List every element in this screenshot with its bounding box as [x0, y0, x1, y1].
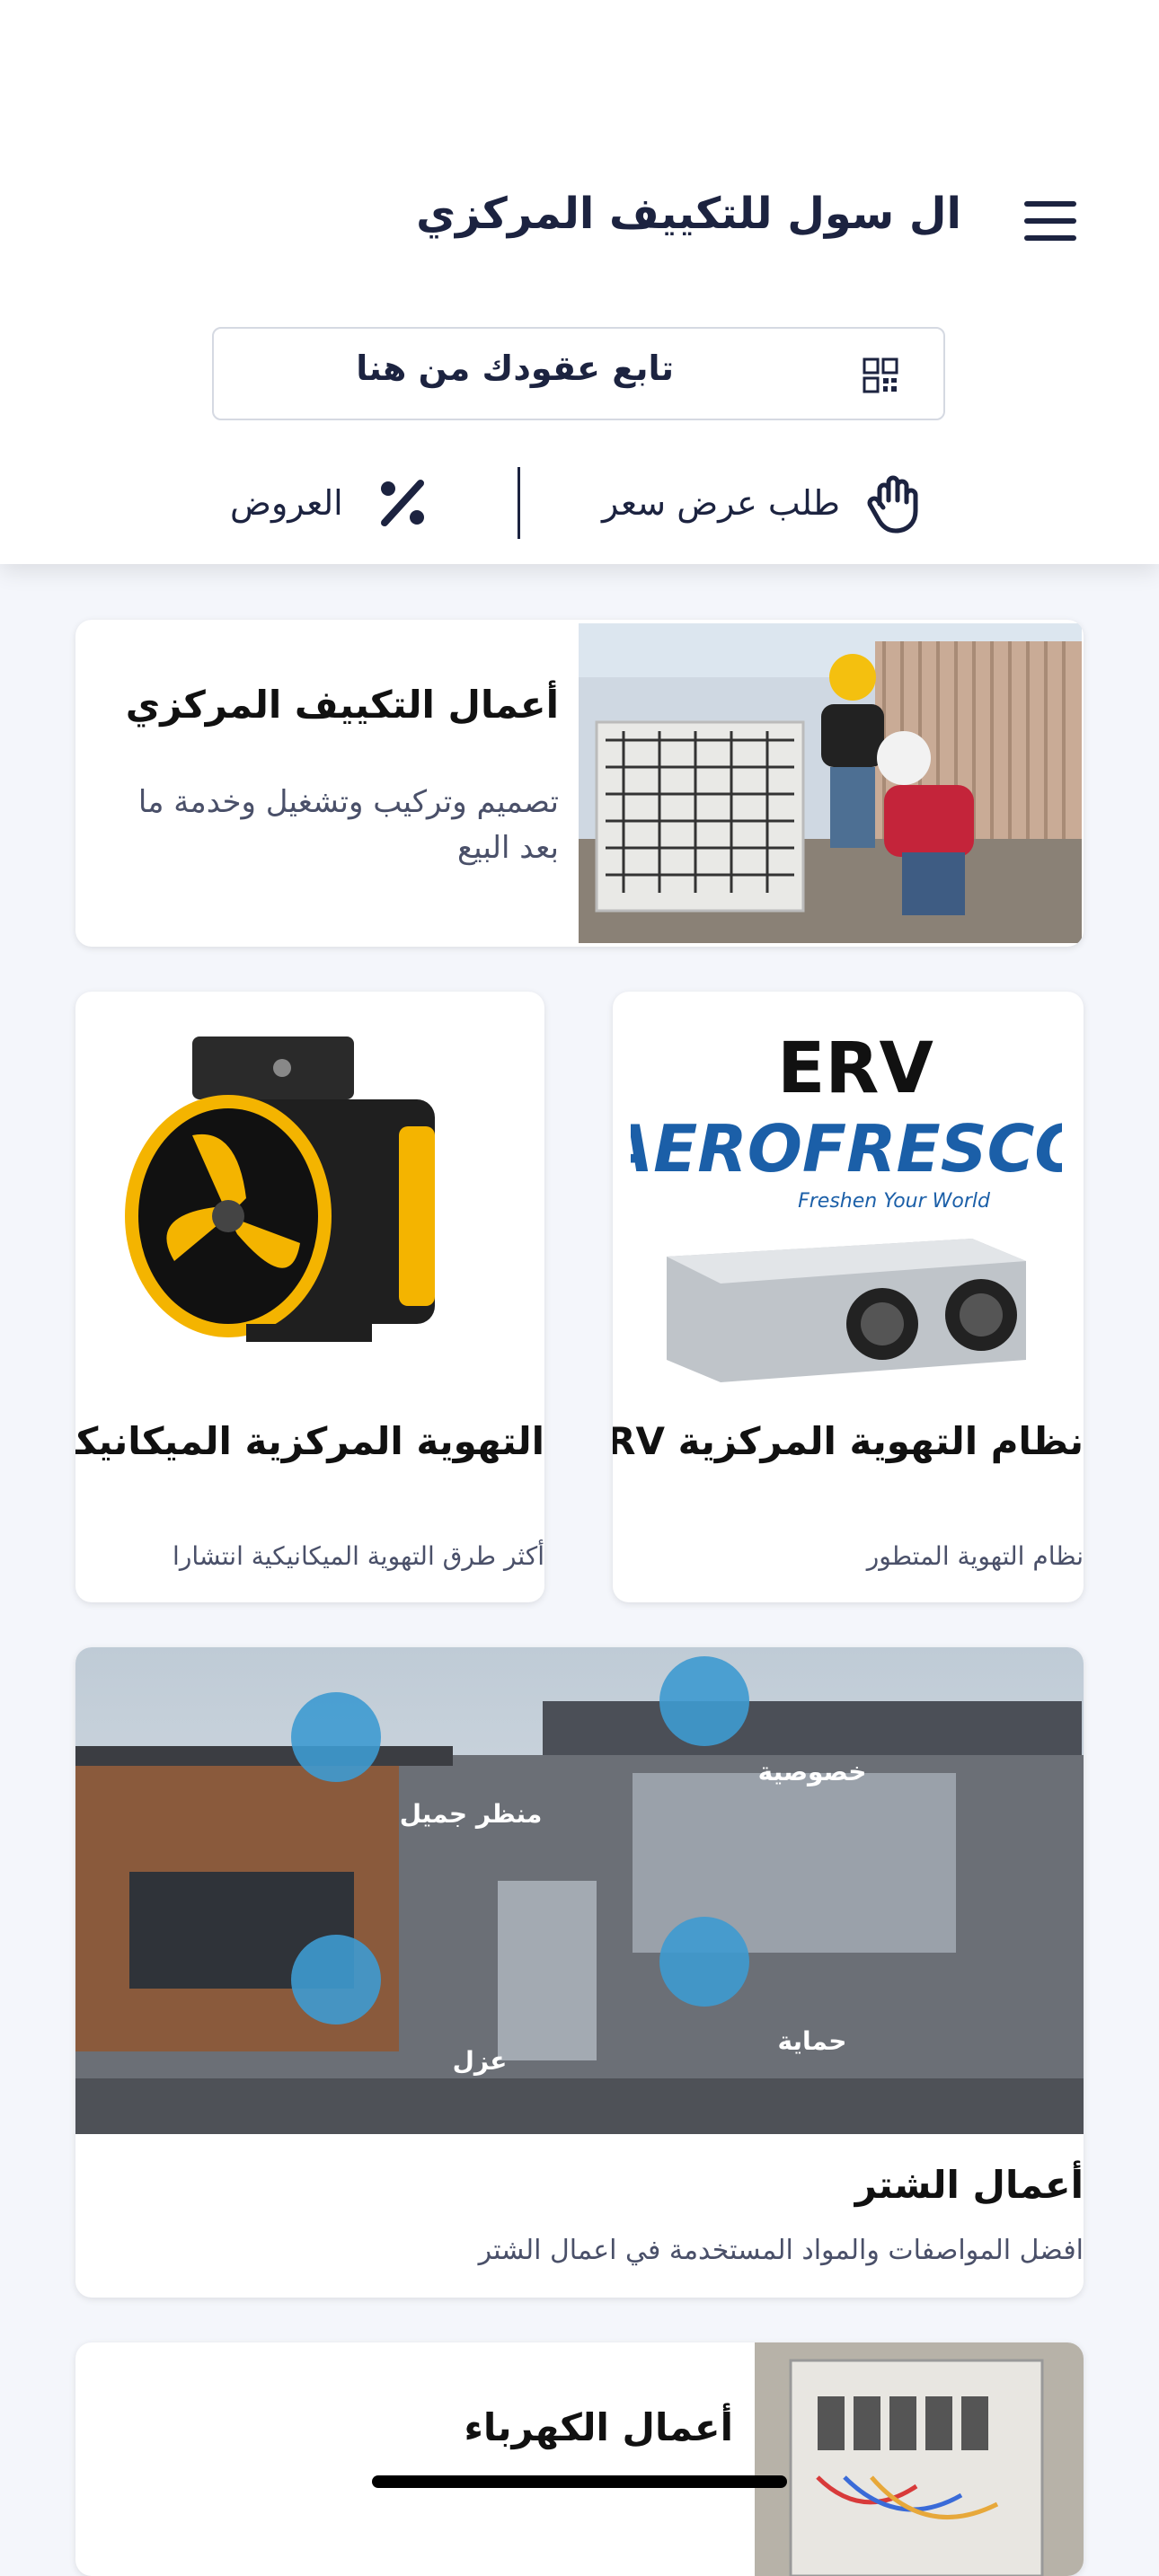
card-title: التهوية المركزية الميكانيكية	[75, 1419, 544, 1463]
request-quote-label: طلب عرض سعر	[602, 483, 841, 523]
track-contracts-label: تابع عقودك من هنا	[356, 348, 674, 388]
shutter-label-privacy: خصوصية	[758, 1757, 867, 1786]
card-title: نظام التهوية المركزية ERV	[613, 1419, 1084, 1463]
offers-label: العروض	[230, 483, 343, 523]
shutter-label-insulation: عزل	[453, 2046, 508, 2076]
card-subtitle: افضل المواصفات والمواد المستخدمة في اعما…	[478, 2235, 1084, 2266]
offers-button[interactable]: العروض	[230, 458, 431, 548]
inline-fan-image	[125, 1037, 435, 1342]
hand-icon	[867, 475, 918, 534]
app-title: ال سول للتكييف المركزي	[416, 189, 961, 239]
actions-divider	[518, 467, 520, 539]
track-contracts-button[interactable]: تابع عقودك من هنا	[212, 327, 945, 420]
brand-name: AEROFRESCO	[631, 1111, 1062, 1187]
card-subtitle: أكثر طرق التهوية الميكانيكية انتشارا	[173, 1541, 544, 1571]
erv-unit-image: ERV AEROFRESCO Freshen Your World	[631, 1028, 1062, 1382]
card-title: أعمال الشتر	[854, 2163, 1084, 2207]
card-electrical[interactable]: أعمال الكهرباء	[75, 2342, 1084, 2576]
request-quote-button[interactable]: طلب عرض سعر	[602, 458, 928, 548]
electrical-panel-image	[755, 2342, 1084, 2576]
card-title: أعمال التكييف المركزي	[125, 683, 559, 727]
home-indicator	[372, 2475, 787, 2488]
app-header: ال سول للتكييف المركزي تابع عقودك من هنا…	[0, 0, 1159, 564]
card-title: أعمال الكهرباء	[464, 2405, 733, 2449]
card-shutters[interactable]: خصوصية منظر جميل حماية عزل أعمال الشتر ا…	[75, 1647, 1084, 2298]
shutter-house-image: خصوصية منظر جميل حماية عزل	[75, 1647, 1084, 2134]
brand-top: ERV	[777, 1028, 933, 1109]
percent-icon	[380, 480, 424, 526]
card-mechanical-ventilation[interactable]: التهوية المركزية الميكانيكية أكثر طرق ال…	[75, 992, 544, 1602]
card-subtitle: نظام التهوية المتطور	[866, 1541, 1084, 1571]
brand-tagline: Freshen Your World	[798, 1190, 991, 1213]
ac-technicians-image	[579, 623, 1082, 943]
quick-actions: طلب عرض سعر العروض	[0, 458, 1159, 548]
shutter-label-protection: حماية	[778, 2026, 847, 2056]
shutter-label-view: منظر جميل	[400, 1799, 543, 1829]
card-erv-ventilation[interactable]: ERV AEROFRESCO Freshen Your World نظام ا…	[613, 992, 1084, 1602]
hamburger-menu-icon[interactable]	[1024, 201, 1076, 241]
card-central-ac[interactable]: أعمال التكييف المركزي تصميم وتركيب وتشغي…	[75, 620, 1084, 947]
qr-code-icon	[863, 357, 898, 393]
card-description: تصميم وتركيب وتشغيل وخدمة ما بعد البيع	[137, 784, 559, 866]
